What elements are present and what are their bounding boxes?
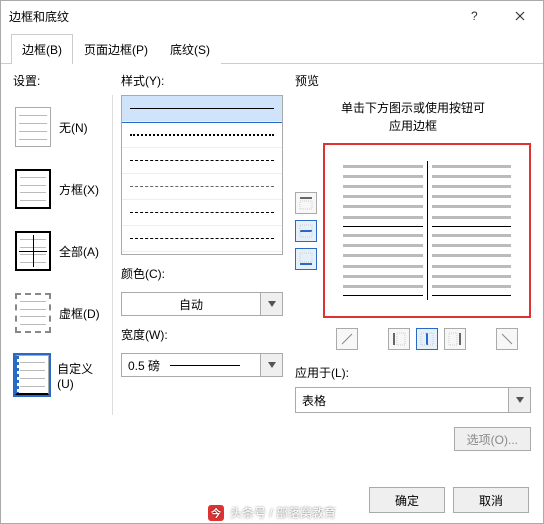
setting-all-icon: [15, 231, 51, 271]
tab-border[interactable]: 边框(B): [11, 34, 73, 64]
border-diag2-button[interactable]: [496, 328, 518, 350]
apply-label: 应用于(L):: [295, 364, 531, 381]
setting-none[interactable]: 无(N): [13, 105, 108, 149]
border-bottom-button[interactable]: [295, 248, 317, 270]
setting-custom-icon: [15, 355, 49, 395]
border-vmiddle-button[interactable]: [416, 328, 438, 350]
color-dropdown-button[interactable]: [261, 292, 283, 316]
border-diag-button[interactable]: [336, 328, 358, 350]
setting-grid[interactable]: 虚框(D): [13, 291, 108, 335]
preview-bottom-buttons: [323, 328, 531, 350]
svg-text:?: ?: [471, 11, 478, 21]
preview-hint: 单击下方图示或使用按钮可 应用边框: [295, 99, 531, 135]
style-row[interactable]: [122, 226, 282, 252]
titlebar: 边框和底纹 ?: [1, 1, 543, 31]
tab-shading[interactable]: 底纹(S): [159, 34, 221, 64]
setting-box[interactable]: 方框(X): [13, 167, 108, 211]
window-title: 边框和底纹: [9, 8, 451, 25]
setting-custom[interactable]: 自定义(U): [13, 353, 108, 397]
close-button[interactable]: [497, 1, 543, 31]
style-label: 样式(Y):: [121, 72, 283, 89]
apply-dropdown-button[interactable]: [509, 387, 531, 413]
color-value: 自动: [121, 292, 261, 316]
style-row[interactable]: [122, 174, 282, 200]
settings-label: 设置:: [13, 72, 113, 89]
style-row[interactable]: [122, 96, 282, 122]
options-button[interactable]: 选项(O)...: [454, 427, 531, 451]
width-label: 宽度(W):: [121, 326, 283, 343]
setting-box-icon: [15, 169, 51, 209]
color-combo[interactable]: 自动: [121, 292, 283, 316]
style-row[interactable]: [122, 148, 282, 174]
width-sample-icon: [170, 365, 240, 366]
watermark-icon: 今: [208, 505, 224, 521]
setting-none-icon: [15, 107, 51, 147]
style-row[interactable]: [122, 200, 282, 226]
dialog-footer: 确定 取消: [369, 487, 529, 513]
border-right-button[interactable]: [444, 328, 466, 350]
ok-button[interactable]: 确定: [369, 487, 445, 513]
border-hmiddle-button[interactable]: [295, 220, 317, 242]
settings-list: 无(N) 方框(X) 全部(A): [13, 95, 113, 415]
cancel-button[interactable]: 取消: [453, 487, 529, 513]
preview-box[interactable]: [323, 143, 531, 318]
preview-side-buttons: [295, 143, 317, 318]
tab-page-border[interactable]: 页面边框(P): [73, 34, 159, 64]
width-combo[interactable]: 0.5 磅: [121, 353, 283, 377]
width-value: 0.5 磅: [121, 353, 261, 377]
watermark: 今 头条号 / 部落窝教育: [208, 504, 336, 521]
dialog-window: 边框和底纹 ? 边框(B) 页面边框(P) 底纹(S) 设置: 无(N): [0, 0, 544, 524]
border-left-button[interactable]: [388, 328, 410, 350]
width-dropdown-button[interactable]: [261, 353, 283, 377]
apply-combo[interactable]: 表格: [295, 387, 531, 413]
setting-all[interactable]: 全部(A): [13, 229, 108, 273]
apply-value: 表格: [295, 387, 509, 413]
style-row[interactable]: [122, 122, 282, 148]
setting-grid-icon: [15, 293, 51, 333]
color-label: 颜色(C):: [121, 265, 283, 282]
help-button[interactable]: ?: [451, 1, 497, 31]
style-list[interactable]: [121, 95, 283, 255]
border-top-button[interactable]: [295, 192, 317, 214]
preview-label: 预览: [295, 72, 531, 89]
tab-strip: 边框(B) 页面边框(P) 底纹(S): [1, 33, 543, 64]
